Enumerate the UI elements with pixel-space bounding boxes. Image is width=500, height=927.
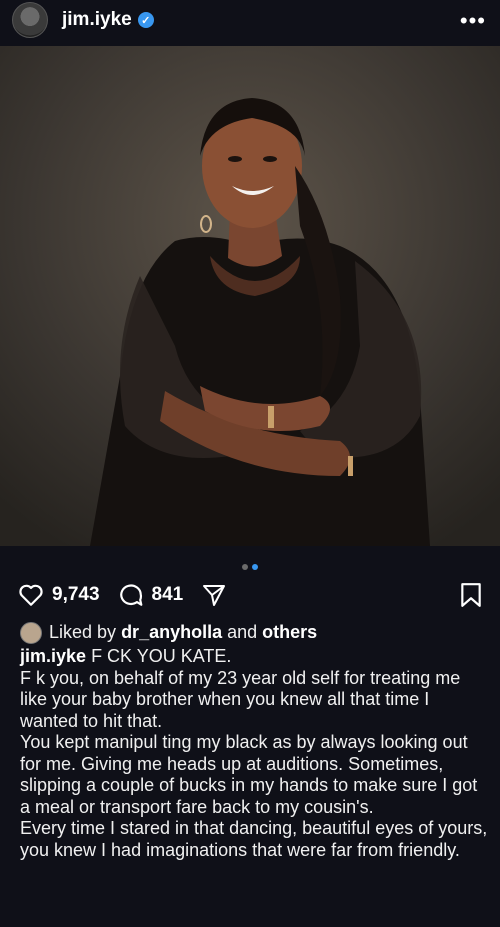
like-button[interactable]: 9,743	[18, 583, 100, 607]
bookmark-icon	[461, 583, 481, 607]
liker-avatar[interactable]	[20, 622, 42, 644]
caption-paragraph: You kept manipul ting my black as by alw…	[20, 732, 478, 817]
caption-headline: F CK YOU KATE.	[91, 646, 232, 666]
heart-icon	[19, 584, 43, 606]
like-count: 9,743	[52, 584, 100, 605]
liked-user[interactable]: dr_anyholla	[121, 622, 222, 644]
liked-prefix: Liked by	[49, 622, 117, 643]
share-button[interactable]	[201, 583, 227, 607]
more-options-icon[interactable]: •••	[460, 8, 486, 34]
liked-others[interactable]: others	[262, 622, 317, 644]
comment-icon	[119, 584, 142, 606]
caption-author[interactable]: jim.iyke	[20, 646, 86, 666]
post-photo[interactable]	[0, 46, 500, 546]
caption-paragraph: F k you, on behalf of my 23 year old sel…	[20, 667, 461, 731]
post-header: jim.iyke ✓ •••	[0, 0, 500, 40]
share-icon	[203, 585, 226, 606]
comment-button[interactable]: 841	[118, 582, 184, 608]
liked-by-row: Liked by dr_anyholla and others	[20, 622, 488, 644]
save-button[interactable]	[460, 582, 482, 613]
carousel-dot-active	[252, 564, 258, 570]
action-bar: 9,743 841	[0, 578, 500, 612]
comment-count: 841	[151, 584, 184, 605]
caption-headline-row: jim.iyke F CK YOU KATE.	[20, 646, 488, 668]
liked-and: and	[227, 622, 258, 643]
carousel-dot	[242, 564, 248, 570]
woman-portrait-image	[0, 46, 500, 546]
post-caption: Liked by dr_anyholla and others jim.iyke…	[20, 622, 488, 861]
profile-avatar[interactable]	[12, 2, 48, 38]
verified-badge-icon: ✓	[137, 12, 154, 28]
carousel-indicator	[0, 557, 500, 575]
caption-paragraph: Every time I stared in that dancing, bea…	[20, 818, 488, 860]
post-username[interactable]: jim.iyke	[62, 9, 132, 31]
